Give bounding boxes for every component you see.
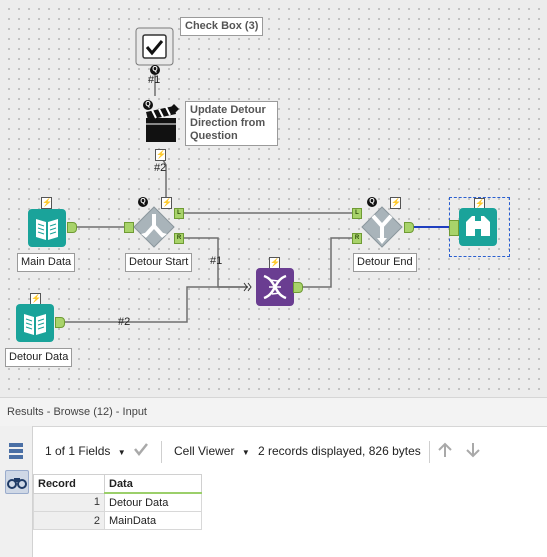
detour-data-input-tool[interactable] xyxy=(16,304,54,342)
detour-start-tool[interactable] xyxy=(133,206,175,248)
wire-transform-out[interactable] xyxy=(299,237,352,288)
binoculars-icon xyxy=(7,478,27,489)
fields-dropdown[interactable]: 1 of 1 Fields ▼ xyxy=(45,444,126,458)
detour-merge-icon xyxy=(361,206,403,248)
checkbox-icon xyxy=(135,27,174,66)
detour-end-label: Detour End xyxy=(353,253,417,272)
column-header-data[interactable]: Data xyxy=(104,474,202,494)
scroll-up-button[interactable] xyxy=(437,442,453,461)
table-row[interactable]: 2 MainData xyxy=(33,511,202,530)
action-tool[interactable] xyxy=(144,104,182,146)
column-header-record[interactable]: Record xyxy=(33,474,105,494)
connection-label: #2 xyxy=(118,316,131,328)
results-toolbar: 1 of 1 Fields ▼ Cell Viewer ▼ 2 records … xyxy=(33,434,547,470)
table-view-button[interactable] xyxy=(5,440,27,462)
check-box-tool[interactable] xyxy=(135,27,174,66)
wire-detour-data[interactable] xyxy=(64,286,248,323)
transform-tool[interactable] xyxy=(256,268,294,306)
clapperboard-icon xyxy=(146,104,179,142)
arrow-up-icon xyxy=(438,442,452,457)
records-info: 2 records displayed, 826 bytes xyxy=(258,444,421,458)
book-input-icon xyxy=(16,304,54,342)
results-grid[interactable]: Record Data 1 Detour Data 2 MainData xyxy=(33,474,202,530)
connection-label: #1 xyxy=(210,255,223,267)
checkmark-icon xyxy=(134,443,148,457)
data-cell[interactable]: MainData xyxy=(104,511,202,530)
toolbar-divider xyxy=(429,441,430,463)
table-rows-icon xyxy=(9,443,23,459)
workflow-canvas[interactable]: Check Box (3) Q #1 Q Update Detour Direc… xyxy=(0,0,547,397)
bolt-icon[interactable]: ⚡ xyxy=(155,149,166,161)
chevron-down-icon: ▼ xyxy=(117,448,126,457)
main-data-input-tool[interactable] xyxy=(28,209,66,247)
bolt-icon[interactable]: ⚡ xyxy=(41,197,52,209)
connection-label: #2 xyxy=(154,162,167,174)
data-cell[interactable]: Detour Data xyxy=(104,492,202,512)
record-number-cell: 2 xyxy=(33,511,105,530)
results-side-strip xyxy=(0,426,33,557)
results-title: Results - Browse (12) - Input xyxy=(7,406,147,418)
action-annotation: Update Detour Direction from Question xyxy=(185,101,278,146)
connection-label: #1 xyxy=(148,74,161,86)
toolbar-divider xyxy=(161,441,162,463)
detour-start-label: Detour Start xyxy=(125,253,193,272)
checkmark-button[interactable] xyxy=(133,442,149,459)
check-box-label: Check Box (3) xyxy=(180,17,264,36)
dna-transform-icon xyxy=(256,268,294,306)
detour-split-icon xyxy=(133,206,175,248)
output-anchor[interactable] xyxy=(55,317,65,328)
record-number-cell: 1 xyxy=(33,492,105,512)
cell-viewer-label: Cell Viewer xyxy=(174,444,235,458)
output-anchor[interactable] xyxy=(293,282,303,293)
input-anchor[interactable] xyxy=(449,220,459,236)
table-row[interactable]: 1 Detour Data xyxy=(33,492,202,512)
detour-data-label: Detour Data xyxy=(5,348,73,367)
browse-view-button[interactable] xyxy=(5,470,29,494)
cell-viewer-dropdown[interactable]: Cell Viewer ▼ xyxy=(174,444,250,458)
book-input-icon xyxy=(28,209,66,247)
output-anchor[interactable] xyxy=(67,222,77,233)
output-anchor-right[interactable]: R xyxy=(174,233,184,244)
detour-end-tool[interactable] xyxy=(361,206,403,248)
browse-tool[interactable] xyxy=(459,208,497,246)
main-data-label: Main Data xyxy=(17,253,76,272)
arrow-down-icon xyxy=(466,443,480,458)
output-anchor[interactable] xyxy=(404,222,414,233)
fields-dropdown-label: 1 of 1 Fields xyxy=(45,444,111,458)
chevron-down-icon: ▼ xyxy=(241,448,250,457)
scroll-down-button[interactable] xyxy=(465,442,481,461)
output-anchor-left[interactable]: L xyxy=(174,208,184,219)
binoculars-icon xyxy=(459,208,497,246)
results-title-bar: Results - Browse (12) - Input xyxy=(0,397,547,427)
